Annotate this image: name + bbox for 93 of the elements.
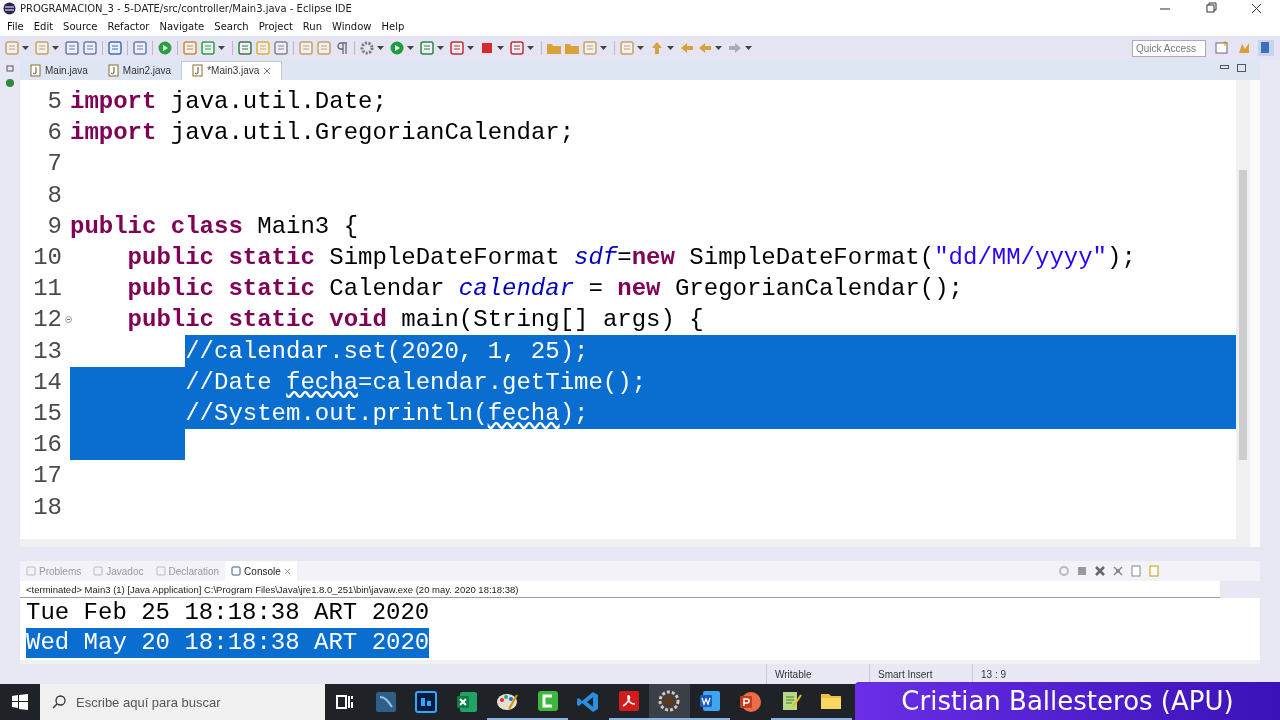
java-file-icon [192,64,204,78]
dropdown-caret-icon[interactable] [715,46,722,50]
dropdown-caret-icon[interactable] [437,46,444,50]
code-line: public static SimpleDateFormat sdf=new SimpleDateFormat("dd/MM/yyyy"); [127,243,1136,273]
line-number: 10 [32,244,63,271]
dropdown-caret-icon[interactable] [600,46,607,50]
menu-item[interactable]: Window [327,21,377,32]
photoshop-icon [414,690,439,714]
remove-icon[interactable] [1094,565,1106,578]
word-icon [697,689,722,713]
search-icon [52,695,66,709]
editor-tab[interactable]: Main.java [20,61,98,80]
name-banner: Cristian Ballesteros (APU) [855,682,1280,720]
vscode-icon [576,690,601,714]
line-number: 14 [32,368,63,396]
code-line: import java.util.GregorianCalendar; [70,118,575,149]
dropdown-caret-icon[interactable] [527,46,534,50]
line-number: 12 [20,306,70,334]
process-label: <terminated> Main3 (1) [Java Application] C:\Program Files\Java\jre1.8.0_251\bin\javaw.exe (20 may. 2020 18:18:38) [20,581,1220,599]
windows-logo-icon [12,694,28,710]
panel-tab[interactable]: Console [225,561,297,582]
line-number: 18 [32,493,63,521]
minimize-icon[interactable] [1220,64,1229,70]
eclipse-icon [657,689,682,713]
dropdown-caret-icon[interactable] [745,46,752,50]
code-line: public static Calendar calendar = new GregorianCalendar(); [127,274,963,305]
taskbar-app[interactable] [649,684,690,720]
dropdown-caret-icon[interactable] [667,46,674,50]
view-icon[interactable] [5,78,15,88]
menu-item[interactable]: Help [376,21,410,32]
line-number: 8 [46,181,63,209]
menu-item[interactable]: Run [297,21,328,32]
menu-item[interactable]: Source [58,21,103,32]
run-icon[interactable] [389,40,405,56]
line-number: 6 [46,119,63,147]
java-file-icon [30,64,41,78]
dropdown-caret-icon[interactable] [637,46,644,50]
acrobat-icon [616,689,641,713]
collapse-icon[interactable] [65,316,72,324]
window-title: PROGRAMACION_3 - 5-DATE/src/controller/Main3.java - Eclipse IDE [20,3,352,14]
gear-icon[interactable] [359,40,375,56]
dropdown-caret-icon[interactable] [218,46,225,50]
line-number: 5 [46,88,63,116]
line-number: 16 [32,431,63,459]
line-number: 15 [32,399,63,427]
dbtool-icon [373,690,398,714]
camtasia-icon [535,689,560,713]
dropdown-caret-icon[interactable] [52,46,59,50]
open-perspective-icon[interactable] [1214,40,1230,56]
code-line: //System.out.println(fecha); [185,397,589,430]
scroll-thumb[interactable] [1239,169,1247,460]
quick-access-field[interactable]: Quick Access [1132,39,1206,57]
dropdown-caret-icon[interactable] [377,46,384,50]
menu-item[interactable]: Edit [28,21,59,32]
line-number: 11 [32,275,63,303]
line-number: 9 [46,212,63,240]
dropdown-caret-icon[interactable] [497,46,504,50]
view-icon [26,566,36,577]
powerpoint-icon [738,690,763,714]
menu-item[interactable]: Search [209,21,254,32]
code-line: import java.util.Date; [70,87,387,118]
java-perspective-icon[interactable] [1258,40,1274,56]
maximize-icon[interactable] [1237,64,1246,72]
code-line: //Date fecha=calendar.getTime(); [185,366,647,398]
search-field[interactable]: Escribe aquí para buscar [40,684,325,720]
restore-view-icon[interactable] [6,64,14,72]
console-line: Tue Feb 25 18:18:38 ART 2020 [26,598,430,629]
menu-item[interactable]: Refactor [102,21,155,32]
dropdown-caret-icon[interactable] [467,46,474,50]
dropdown-caret-icon[interactable] [407,46,414,50]
menu-item[interactable]: Project [253,21,298,32]
remove-all-icon[interactable] [1112,565,1124,578]
document-icon[interactable] [1148,565,1160,578]
dropdown-caret-icon[interactable] [22,46,29,50]
editor-tab[interactable]: Main2.java [97,61,182,80]
view-icon [231,566,242,577]
code-line: public static void main(String[] args) { [127,305,704,336]
editor-tab[interactable]: *Main3.java [181,60,283,80]
line-number: 17 [32,462,63,490]
menu-item[interactable]: Navigate [154,21,210,32]
view-icon [93,566,104,577]
menu-item[interactable]: File [2,21,29,32]
stop-icon[interactable] [479,40,495,56]
line-number: 7 [46,150,63,178]
line-number: 13 [32,337,63,365]
java-file-icon [107,64,119,78]
scrollbar[interactable] [1236,79,1250,548]
stop-icon[interactable] [1076,565,1088,578]
view-icon [155,566,166,577]
document-icon[interactable] [1130,565,1142,578]
code-line: public class Main3 { [70,211,359,242]
pilcrow-icon[interactable] [334,40,350,56]
excel-icon [454,690,479,714]
